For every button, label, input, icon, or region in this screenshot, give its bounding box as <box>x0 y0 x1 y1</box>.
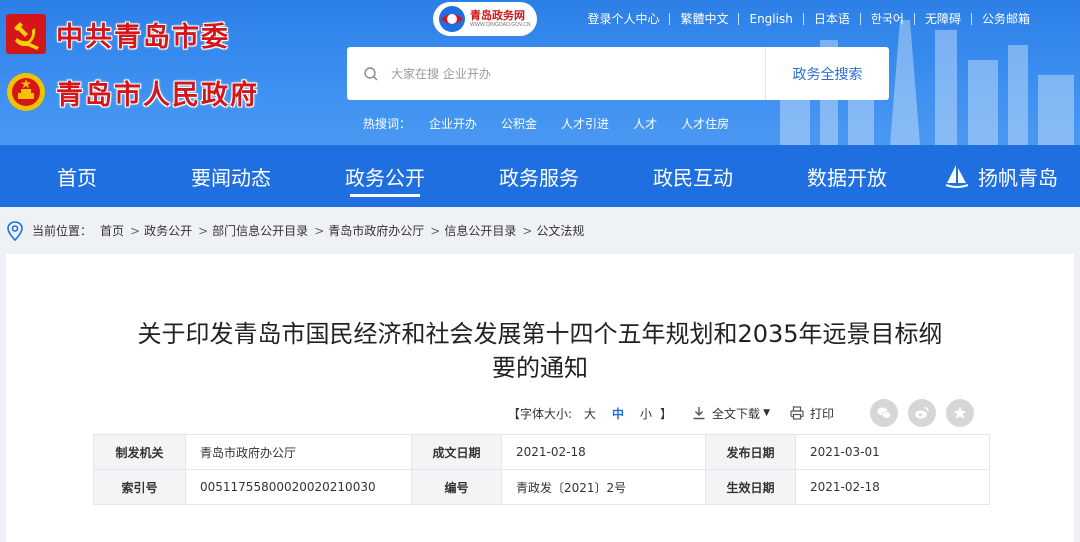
meta-value-index-number: 00511755800020020210030 <box>185 469 412 505</box>
party-brand[interactable]: 中共青岛市委 <box>6 12 230 56</box>
meta-key-doc-number: 编号 <box>411 469 502 505</box>
breadcrumb: 当前位置： 首页 > 政务公开 > 部门信息公开目录 > 青岛市政府办公厅 > … <box>0 207 1080 254</box>
search-box: 政务全搜索 <box>347 47 889 100</box>
printer-icon <box>790 406 804 420</box>
print-label: 打印 <box>809 406 834 421</box>
nav-item-gov-services[interactable]: 政务服务 <box>462 145 616 207</box>
breadcrumb-separator: > <box>522 223 533 238</box>
hot-keyword[interactable]: 人才引进 <box>561 115 609 132</box>
table-row: 制发机关 青岛市政府办公厅 成文日期 2021-02-18 发布日期 2021-… <box>93 434 990 470</box>
hot-keyword[interactable]: 企业开办 <box>429 115 477 132</box>
article-toolbar: 【 字体大小: 大 中 小 】 全文下载 ▼ 打印 <box>508 399 974 427</box>
download-icon <box>693 407 705 420</box>
page-title: 关于印发青岛市国民经济和社会发展第十四个五年规划和2035年远景目标纲 要的通知 <box>6 317 1074 385</box>
breadcrumb-label: 当前位置： <box>32 224 93 238</box>
sail-icon <box>945 165 969 188</box>
meta-value-written-date: 2021-02-18 <box>501 434 706 470</box>
portal-logo[interactable]: 青岛政务网 WWW.QINGDAO.GOV.CN <box>433 2 537 36</box>
official-mail-link[interactable]: 公务邮箱 <box>972 11 1040 27</box>
breadcrumb-separator: > <box>430 223 441 238</box>
nav-item-gov-affairs-open[interactable]: 政务公开 <box>308 145 462 207</box>
portal-logo-url: WWW.QINGDAO.GOV.CN <box>470 22 531 28</box>
full-search-button[interactable]: 政务全搜索 <box>765 47 889 100</box>
breadcrumb-item[interactable]: 信息公开目录 <box>444 222 516 239</box>
accessibility-link[interactable]: 无障碍 <box>915 11 971 27</box>
caret-down-icon: ▼ <box>763 408 770 418</box>
party-emblem-icon <box>6 14 46 54</box>
title-line-2: 要的通知 <box>492 354 588 382</box>
hot-keywords: 热搜词： 企业开办 公积金 人才引进 人才 人才住房 <box>363 115 753 132</box>
hot-keyword[interactable]: 人才 <box>633 115 657 132</box>
hot-keywords-label: 热搜词： <box>363 117 412 131</box>
portal-logo-text: 青岛政务网 <box>470 9 525 22</box>
login-link[interactable]: 登录个人中心 <box>577 11 669 27</box>
english-link[interactable]: English <box>739 11 802 27</box>
search-icon <box>364 66 378 80</box>
breadcrumb-separator: > <box>198 223 209 238</box>
site-header: 中共青岛市委 青岛市人民政府 青岛政务网 WWW.QINGDAO.GOV.CN … <box>0 0 1080 145</box>
breadcrumb-item[interactable]: 青岛市政府办公厅 <box>328 222 424 239</box>
breadcrumb-separator: > <box>314 223 325 238</box>
star-icon <box>953 406 967 419</box>
hot-keyword[interactable]: 公积金 <box>501 115 537 132</box>
korean-link[interactable]: 한국어 <box>861 11 914 27</box>
nav-item-news[interactable]: 要闻动态 <box>154 145 308 207</box>
bracket: 】 <box>660 406 673 421</box>
meta-key-issuer: 制发机关 <box>93 434 186 470</box>
location-pin-icon <box>7 220 23 241</box>
search-input[interactable] <box>391 66 751 81</box>
nav-item-label: 扬帆青岛 <box>978 165 1058 190</box>
breadcrumb-item[interactable]: 首页 <box>100 222 124 239</box>
breadcrumb-item[interactable]: 部门信息公开目录 <box>212 222 308 239</box>
meta-key-effective-date: 生效日期 <box>705 469 796 505</box>
meta-value-publish-date: 2021-03-01 <box>795 434 990 470</box>
share-wechat-button[interactable] <box>870 399 898 427</box>
font-size-medium[interactable]: 中 <box>612 405 624 422</box>
breadcrumb-item[interactable]: 政务公开 <box>144 222 192 239</box>
download-label: 全文下载 <box>712 406 761 421</box>
share-buttons <box>870 399 974 427</box>
nav-item-interaction[interactable]: 政民互动 <box>616 145 770 207</box>
gov-brand[interactable]: 青岛市人民政府 <box>6 70 259 114</box>
meta-key-index-number: 索引号 <box>93 469 186 505</box>
document-meta-table: 制发机关 青岛市政府办公厅 成文日期 2021-02-18 发布日期 2021-… <box>93 434 990 505</box>
national-emblem-icon <box>7 73 45 111</box>
breadcrumb-separator: > <box>130 223 141 238</box>
font-size-label: 字体大小: <box>519 406 572 421</box>
font-size-large[interactable]: 大 <box>584 405 596 422</box>
breadcrumb-item[interactable]: 公文法规 <box>536 222 584 239</box>
nav-item-yangfan-qingdao[interactable]: 扬帆青岛 <box>924 145 1078 207</box>
globe-icon <box>439 6 465 32</box>
nav-item-home[interactable]: 首页 <box>0 145 154 207</box>
print-button[interactable]: 打印 <box>790 405 834 422</box>
font-size-small[interactable]: 小 <box>640 405 652 422</box>
article-panel: 关于印发青岛市国民经济和社会发展第十四个五年规划和2035年远景目标纲 要的通知… <box>6 254 1074 542</box>
meta-value-issuer: 青岛市政府办公厅 <box>185 434 412 470</box>
meta-value-doc-number: 青政发〔2021〕2号 <box>501 469 706 505</box>
traditional-chinese-link[interactable]: 繁體中文 <box>670 11 738 27</box>
party-name: 中共青岛市委 <box>56 21 230 53</box>
share-weibo-button[interactable] <box>908 399 936 427</box>
japanese-link[interactable]: 日本语 <box>804 11 860 27</box>
download-button[interactable]: 全文下载 ▼ <box>692 405 770 422</box>
meta-value-effective-date: 2021-02-18 <box>795 469 990 505</box>
favorite-button[interactable] <box>946 399 974 427</box>
wechat-icon <box>877 407 892 419</box>
meta-key-publish-date: 发布日期 <box>705 434 796 470</box>
table-row: 索引号 00511755800020020210030 编号 青政发〔2021〕… <box>93 469 990 505</box>
meta-key-written-date: 成文日期 <box>411 434 502 470</box>
gov-name: 青岛市人民政府 <box>56 79 259 111</box>
title-line-1: 关于印发青岛市国民经济和社会发展第十四个五年规划和2035年远景目标纲 <box>137 320 943 348</box>
main-nav: 首页 要闻动态 政务公开 政务服务 政民互动 数据开放 扬帆青岛 <box>0 145 1080 207</box>
hot-keyword[interactable]: 人才住房 <box>681 115 729 132</box>
weibo-icon <box>915 406 929 419</box>
top-links: 登录个人中心 繁體中文 English 日本语 한국어 无障碍 公务邮箱 <box>577 11 1040 27</box>
nav-item-open-data[interactable]: 数据开放 <box>770 145 924 207</box>
bracket: 【 <box>507 406 520 421</box>
